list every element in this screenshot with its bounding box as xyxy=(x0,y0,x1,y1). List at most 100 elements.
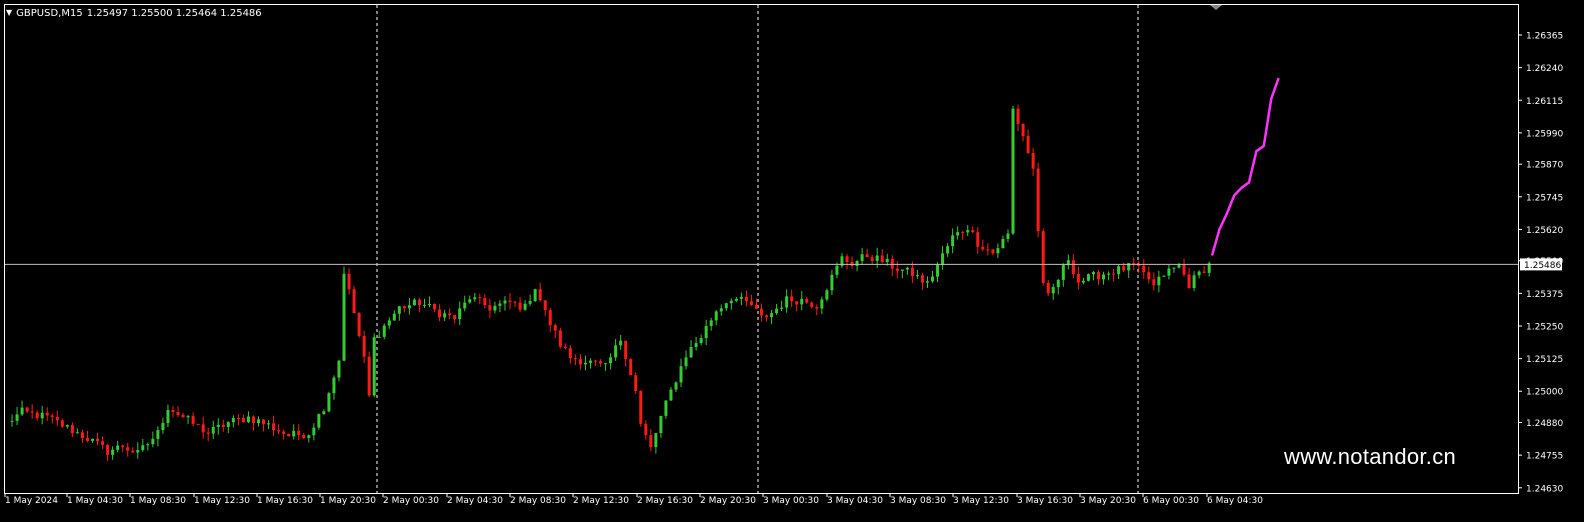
candle xyxy=(1132,257,1136,271)
x-tick-label: 2 May 16:30 xyxy=(637,496,693,506)
candle xyxy=(231,415,235,428)
candle xyxy=(402,305,406,313)
candle xyxy=(277,423,281,435)
candle xyxy=(257,416,260,427)
candle xyxy=(1061,263,1065,287)
candle xyxy=(70,422,74,437)
watermark-text: www.notandor.cn xyxy=(1284,444,1457,469)
candle xyxy=(181,412,185,418)
candle xyxy=(729,298,733,310)
candle xyxy=(1202,265,1206,274)
candle xyxy=(292,424,296,440)
y-tick-label: 1.24880 xyxy=(1526,419,1563,429)
candle xyxy=(453,314,457,324)
candle xyxy=(106,443,110,462)
y-tick-label: 1.25870 xyxy=(1526,161,1563,171)
candle xyxy=(176,406,180,418)
candle xyxy=(976,226,980,254)
candle xyxy=(1127,262,1131,279)
candle xyxy=(251,415,255,431)
candle xyxy=(186,414,190,424)
x-tick-label: 3 May 04:30 xyxy=(827,496,883,506)
x-tick-label: 3 May 20:30 xyxy=(1080,496,1136,506)
candle xyxy=(121,444,125,452)
candle xyxy=(900,269,904,279)
candle xyxy=(739,292,743,306)
x-tick-label: 3 May 16:30 xyxy=(1017,496,1073,506)
y-tick-label: 1.25620 xyxy=(1526,226,1563,236)
caret-down-icon[interactable]: ▼ xyxy=(6,8,12,18)
candle xyxy=(820,296,824,315)
candle xyxy=(65,424,69,429)
candle xyxy=(166,404,170,428)
candle xyxy=(126,442,130,457)
y-tick-label: 1.26115 xyxy=(1526,97,1563,107)
x-tick-label: 3 May 00:30 xyxy=(763,496,819,506)
x-tick-label: 2 May 20:30 xyxy=(700,496,756,506)
candle xyxy=(55,410,59,427)
candle xyxy=(578,354,582,370)
candle xyxy=(201,416,205,439)
x-tick-label: 2 May 12:30 xyxy=(573,496,629,506)
candle xyxy=(15,406,19,425)
candle xyxy=(307,434,311,443)
candle xyxy=(744,290,748,307)
candle xyxy=(704,319,708,346)
candle xyxy=(317,413,321,430)
chart-shift-marker-icon[interactable] xyxy=(1210,5,1222,10)
candle xyxy=(443,309,447,322)
candle xyxy=(583,355,587,371)
candle xyxy=(25,406,29,414)
candle xyxy=(216,418,220,435)
candle xyxy=(226,421,230,434)
candle xyxy=(961,230,965,241)
candle xyxy=(1006,229,1010,243)
candle xyxy=(171,406,175,418)
candle xyxy=(1172,267,1176,273)
candle xyxy=(372,333,376,398)
candle xyxy=(679,358,683,387)
candle xyxy=(60,418,64,428)
candle xyxy=(417,297,421,313)
candle xyxy=(619,334,623,350)
candle xyxy=(287,433,291,437)
candle xyxy=(880,249,884,264)
price-chart[interactable]: 1.26365 1.26240 1.26115 1.25990 1.25870 1.257… xyxy=(0,0,1584,518)
candle xyxy=(986,243,990,256)
candle xyxy=(699,334,703,346)
candle xyxy=(734,297,738,303)
candle xyxy=(367,351,371,398)
current-price-label: 1.25486 xyxy=(1524,261,1561,271)
candle xyxy=(1046,279,1050,297)
ohlc-values: 1.25497 1.25500 1.25464 1.25486 xyxy=(86,7,262,19)
candle xyxy=(644,420,648,440)
candle xyxy=(840,253,844,268)
candle xyxy=(905,266,909,275)
candle xyxy=(543,300,547,317)
candle xyxy=(508,292,512,310)
candle xyxy=(1162,275,1166,277)
candle xyxy=(96,432,100,446)
chart-area[interactable]: 1.26365 1.26240 1.26115 1.25990 1.25870 1.257… xyxy=(0,0,1584,518)
candle xyxy=(513,300,517,308)
candle xyxy=(765,314,769,322)
candle xyxy=(714,310,718,326)
candle xyxy=(1207,261,1211,277)
candle xyxy=(1112,268,1116,282)
candle xyxy=(503,296,507,311)
candle xyxy=(136,442,140,459)
candle xyxy=(387,317,391,329)
candle xyxy=(246,411,250,424)
candle xyxy=(141,438,145,452)
candle xyxy=(1197,270,1201,279)
y-tick-label: 1.25990 xyxy=(1526,129,1563,139)
candle xyxy=(422,298,426,308)
candle xyxy=(1097,269,1101,286)
candle xyxy=(563,343,567,350)
candle xyxy=(548,307,552,333)
candle xyxy=(151,431,155,448)
candle xyxy=(428,296,432,308)
x-tick-label: 1 May 2024 xyxy=(5,496,58,506)
candle xyxy=(654,433,658,454)
candle xyxy=(523,300,527,311)
